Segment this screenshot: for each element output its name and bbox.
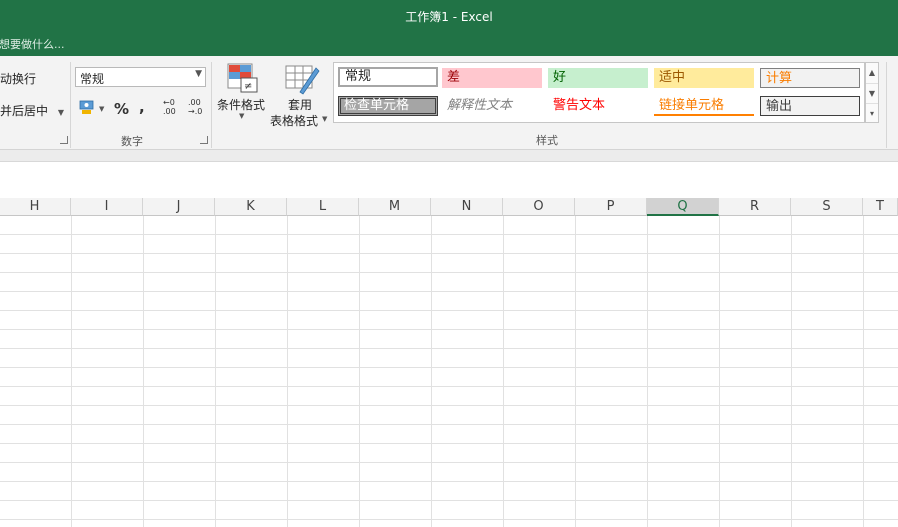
chevron-down-icon: ▼ xyxy=(195,69,202,79)
column-header-l[interactable]: L xyxy=(287,198,359,216)
gallery-down-icon[interactable]: ▼ xyxy=(866,84,878,105)
number-format-value: 常规 xyxy=(80,72,105,86)
gallery-more-icon[interactable]: ▾ xyxy=(866,104,878,124)
column-header-p[interactable]: P xyxy=(575,198,647,216)
group-divider xyxy=(886,62,887,148)
format-as-table-icon xyxy=(285,65,320,95)
percent-style-button[interactable]: % xyxy=(114,100,129,118)
column-header-i[interactable]: I xyxy=(71,198,143,216)
style-cell-calculation[interactable]: 计算 xyxy=(760,68,860,88)
style-cell-label: 链接单元格 xyxy=(659,98,725,113)
gallery-up-icon[interactable]: ▲ xyxy=(866,63,878,84)
style-cell-label: 解释性文本 xyxy=(447,98,513,113)
style-cell-neutral[interactable]: 适中 xyxy=(654,68,754,88)
chevron-down-icon: ▼ xyxy=(239,112,245,120)
decrease-decimal-icon-top: .00 xyxy=(188,98,201,107)
style-cell-label: 警告文本 xyxy=(553,98,606,113)
number-launcher-icon[interactable] xyxy=(200,136,208,144)
style-cell-check[interactable]: 检查单元格 xyxy=(338,96,438,116)
window-title: 工作簿1 - Excel xyxy=(405,10,493,24)
style-cell-label: 输出 xyxy=(766,99,793,114)
column-header-o[interactable]: O xyxy=(503,198,575,216)
svg-text:▼: ▼ xyxy=(99,105,105,113)
ribbon-collapse-strip xyxy=(0,150,898,162)
style-cell-label: 适中 xyxy=(659,70,686,85)
format-as-table-button[interactable]: 套用 表格格式 ▼ xyxy=(270,62,330,128)
cell-styles-gallery: 常规 差 好 适中 计算 检查单元格 解释性文本 警告文本 链接单元格 输出 xyxy=(333,62,865,123)
style-cell-warning[interactable]: 警告文本 xyxy=(548,96,648,116)
style-cell-label: 计算 xyxy=(766,71,793,86)
increase-decimal-icon-top: ←0 xyxy=(163,98,175,107)
conditional-formatting-label: 条件格式 xyxy=(217,98,266,112)
column-header-m[interactable]: M xyxy=(359,198,431,216)
tell-me-search[interactable]: 想要做什么... xyxy=(0,36,65,52)
number-format-select[interactable]: 常规 ▼ xyxy=(75,67,206,87)
style-cell-normal[interactable]: 常规 xyxy=(338,67,438,87)
group-divider xyxy=(70,62,71,148)
tell-me-text: 想要做什么... xyxy=(0,38,65,51)
accounting-format-button[interactable]: ▼ xyxy=(79,99,105,115)
increase-decimal-button[interactable]: ←0 .00 xyxy=(163,98,185,118)
style-cell-bad[interactable]: 差 xyxy=(442,68,542,88)
merge-center-label: 并后居中 xyxy=(0,104,49,118)
column-header-n[interactable]: N xyxy=(431,198,503,216)
column-header-j[interactable]: J xyxy=(143,198,215,216)
style-cell-linked[interactable]: 链接单元格 xyxy=(654,96,754,116)
chevron-down-icon[interactable]: ▼ xyxy=(58,108,64,117)
style-cell-output[interactable]: 输出 xyxy=(760,96,860,116)
format-as-table-label-1: 套用 xyxy=(288,98,313,112)
style-cell-label: 常规 xyxy=(345,69,372,84)
decrease-decimal-button[interactable]: .00 →.0 xyxy=(188,98,210,118)
currency-icon: ▼ xyxy=(79,100,105,114)
svg-text:≠: ≠ xyxy=(244,81,252,92)
chevron-down-icon: ▼ xyxy=(322,115,328,123)
column-header-q[interactable]: Q xyxy=(647,198,719,216)
group-divider xyxy=(211,62,212,148)
style-cell-label: 检查单元格 xyxy=(344,98,410,113)
column-header-s[interactable]: S xyxy=(791,198,863,216)
conditional-formatting-icon: ≠ xyxy=(227,63,258,93)
increase-decimal-icon-bottom: .00 xyxy=(163,107,176,116)
style-cell-label: 好 xyxy=(553,70,567,85)
style-cell-label: 差 xyxy=(447,70,461,85)
styles-group-label: 样式 xyxy=(536,134,558,147)
comma-style-button[interactable]: , xyxy=(139,98,145,116)
alignment-launcher-icon[interactable] xyxy=(60,136,68,144)
decrease-decimal-icon-bottom: →.0 xyxy=(188,107,203,116)
style-cell-explanatory[interactable]: 解释性文本 xyxy=(442,96,542,116)
wrap-text-button[interactable]: 动换行 xyxy=(0,70,36,87)
style-cell-good[interactable]: 好 xyxy=(548,68,648,88)
wrap-text-label: 动换行 xyxy=(0,72,37,86)
number-group-label: 数字 xyxy=(121,135,143,148)
formula-bar[interactable] xyxy=(0,162,898,199)
column-header-k[interactable]: K xyxy=(215,198,287,216)
title-bar: 工作簿1 - Excel 想要做什么... xyxy=(0,0,898,56)
conditional-formatting-button[interactable]: ≠ 条件格式 ▼ xyxy=(215,62,269,128)
column-header-t[interactable]: T xyxy=(863,198,898,216)
format-as-table-label-2: 表格格式 xyxy=(270,114,319,128)
gallery-scroller: ▲ ▼ ▾ xyxy=(865,62,879,123)
column-header-h[interactable]: H xyxy=(0,198,71,216)
worksheet-grid[interactable] xyxy=(0,216,898,527)
merge-center-button[interactable]: 并后居中 ▼ xyxy=(0,102,64,119)
column-header-r[interactable]: R xyxy=(719,198,791,216)
